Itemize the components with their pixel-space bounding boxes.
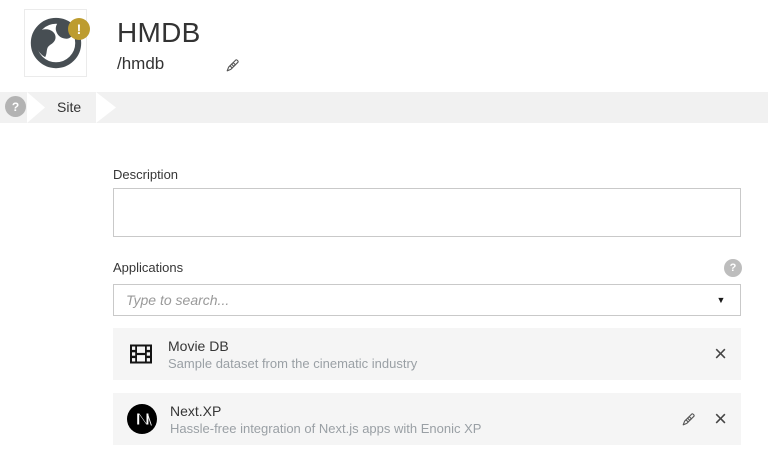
edit-name-icon[interactable] — [224, 57, 241, 74]
page-path[interactable]: /hmdb — [117, 54, 164, 74]
applications-help-icon[interactable]: ? — [724, 259, 742, 277]
help-icon[interactable]: ? — [5, 96, 26, 117]
remove-application-button[interactable]: × — [714, 408, 727, 430]
application-search-input[interactable] — [114, 285, 702, 315]
application-selector: ▼ — [113, 284, 741, 316]
tab-site[interactable]: Site — [57, 92, 81, 123]
application-description: Sample dataset from the cinematic indust… — [168, 355, 418, 371]
row-actions: × — [714, 343, 727, 365]
application-info: Next.XP Hassle-free integration of Next.… — [170, 403, 481, 436]
film-strip-icon — [127, 340, 155, 368]
remove-application-button[interactable]: × — [714, 343, 727, 365]
description-textarea[interactable] — [113, 188, 741, 237]
edit-application-icon[interactable] — [680, 411, 697, 428]
page-title[interactable]: HMDB — [117, 17, 201, 49]
warning-badge-glyph: ! — [76, 21, 82, 37]
applications-label: Applications — [113, 260, 184, 275]
nextjs-icon — [127, 404, 157, 434]
site-thumbnail: ! — [24, 9, 90, 77]
application-row-next-xp: Next.XP Hassle-free integration of Next.… — [113, 393, 741, 445]
dropdown-caret-icon[interactable]: ▼ — [702, 295, 740, 305]
description-label: Description — [113, 167, 179, 182]
application-info: Movie DB Sample dataset from the cinemat… — [168, 338, 417, 371]
site-wizard-panel: ! HMDB /hmdb ? Site Description Applicat… — [0, 0, 768, 472]
application-name: Movie DB — [168, 337, 229, 354]
application-row-movie-db: Movie DB Sample dataset from the cinemat… — [113, 328, 741, 380]
application-name: Next.XP — [170, 402, 222, 419]
row-actions: × — [680, 408, 727, 430]
application-description: Hassle-free integration of Next.js apps … — [170, 420, 482, 436]
warning-badge: ! — [68, 18, 90, 40]
